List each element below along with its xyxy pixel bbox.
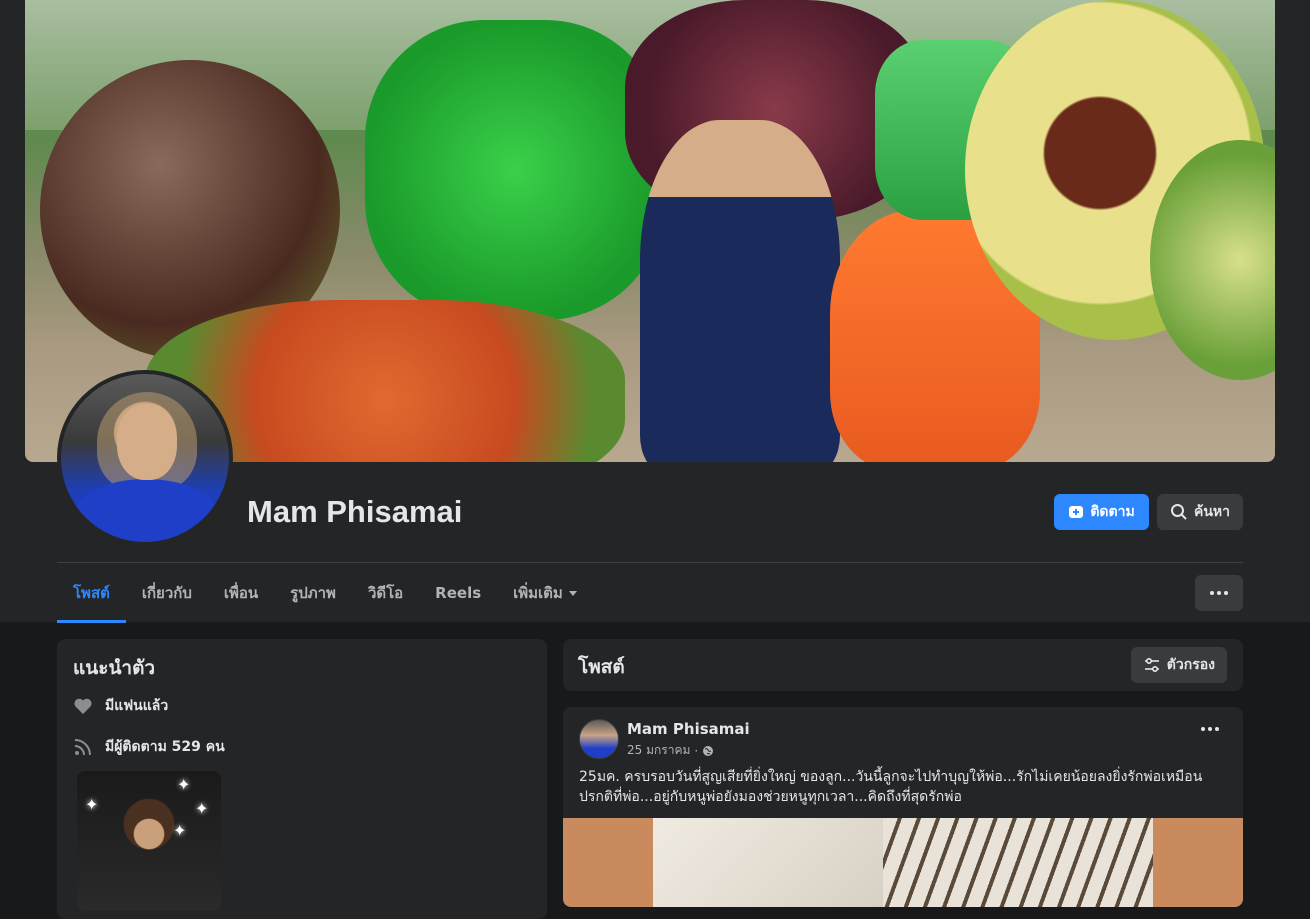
heart-icon	[74, 698, 92, 714]
sparkle-icon: ✦	[177, 775, 191, 794]
filter-label: ตัวกรอง	[1166, 657, 1215, 673]
intro-followers[interactable]: มีผู้ติดตาม 529 คน	[73, 736, 225, 758]
posts-title: โพสต์	[578, 656, 625, 678]
tab-posts[interactable]: โพสต์	[57, 563, 126, 623]
tab-label: เกี่ยวกับ	[141, 584, 192, 602]
search-button[interactable]: ค้นหา	[1157, 494, 1243, 530]
tab-videos[interactable]: วิดีโอ	[352, 563, 419, 623]
avatar-image	[61, 374, 229, 542]
posts-header: โพสต์ ตัวกรอง	[563, 639, 1243, 691]
post-card: Mam Phisamai 25 มกราคม · 25มค. ครบรอบวัน…	[563, 707, 1243, 907]
intro-card: แนะนำตัว มีแฟนแล้ว มีผู้ติดตาม 529 คน ✦ …	[57, 639, 547, 919]
followers-label: มีผู้ติดตาม 529 คน	[105, 739, 225, 755]
cover-photo[interactable]	[25, 0, 1275, 462]
post-more-button[interactable]	[1201, 727, 1219, 731]
tab-label: เพื่อน	[223, 584, 259, 602]
sparkle-icon: ✦	[85, 795, 99, 814]
tab-label: โพสต์	[73, 584, 110, 602]
post-meta: 25 มกราคม ·	[627, 741, 714, 760]
follow-label: ติดตาม	[1090, 504, 1135, 520]
relationship-label: มีแฟนแล้ว	[105, 698, 169, 714]
tab-about[interactable]: เกี่ยวกับ	[126, 563, 208, 623]
more-icon	[1210, 591, 1228, 595]
intro-relationship: มีแฟนแล้ว	[73, 695, 168, 717]
post-author-avatar[interactable]	[579, 719, 619, 759]
tab-label: เพิ่มเติม	[513, 584, 563, 602]
avatar-shirt	[71, 479, 221, 542]
tab-friends[interactable]: เพื่อน	[208, 563, 274, 623]
cover-person	[640, 120, 840, 462]
sparkle-icon: ✦	[195, 799, 209, 818]
globe-icon	[703, 745, 714, 756]
follow-icon	[1069, 506, 1084, 518]
filter-button[interactable]: ตัวกรอง	[1130, 647, 1227, 683]
rss-icon	[74, 739, 91, 756]
tab-label: วิดีโอ	[367, 584, 404, 602]
post-meta-separator: ·	[694, 743, 699, 758]
sparkle-icon: ✦	[173, 821, 187, 840]
featured-photo[interactable]: ✦ ✦ ✦ ✦	[77, 771, 221, 911]
chevron-down-icon	[568, 590, 577, 596]
profile-avatar[interactable]	[57, 370, 233, 546]
tab-more[interactable]: เพิ่มเติม	[497, 563, 593, 623]
post-date[interactable]: 25 มกราคม	[627, 741, 690, 760]
profile-name: Mam Phisamai	[247, 494, 463, 529]
tab-photos[interactable]: รูปภาพ	[274, 563, 352, 623]
post-author-name[interactable]: Mam Phisamai	[627, 720, 750, 738]
post-text: 25มค. ครบรอบวันที่สูญเสียที่ยิ่งใหญ่ ของ…	[579, 769, 1203, 805]
intro-title: แนะนำตัว	[73, 657, 156, 679]
tab-reels[interactable]: Reels	[419, 563, 497, 623]
post-image[interactable]	[563, 818, 1243, 907]
tab-label: Reels	[435, 584, 482, 602]
cover-lettuce-green	[365, 20, 665, 320]
filter-icon	[1144, 657, 1159, 673]
post-photo-wall	[653, 818, 883, 907]
search-icon	[1170, 504, 1187, 520]
more-options-button[interactable]	[1195, 575, 1243, 611]
follow-button[interactable]: ติดตาม	[1054, 494, 1149, 530]
tab-label: รูปภาพ	[290, 584, 336, 602]
more-icon	[1201, 727, 1219, 731]
search-label: ค้นหา	[1193, 504, 1231, 520]
profile-tabs: โพสต์ เกี่ยวกับ เพื่อน รูปภาพ วิดีโอ Ree…	[57, 563, 593, 623]
avatar-face	[117, 404, 177, 480]
